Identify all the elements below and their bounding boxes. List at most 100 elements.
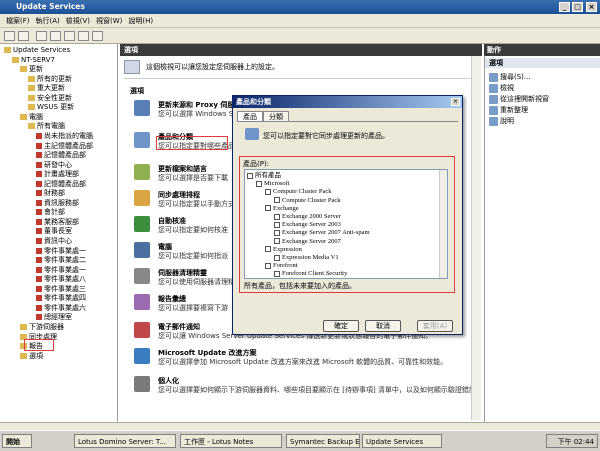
- help-icon[interactable]: [78, 31, 89, 41]
- properties-icon[interactable]: [92, 31, 103, 41]
- tree-node[interactable]: 所有的更新: [28, 75, 72, 84]
- tree-node-label: 零件事業處三: [44, 284, 86, 293]
- close-button[interactable]: ×: [586, 2, 597, 12]
- tree-node[interactable]: 零件事業處六: [36, 304, 86, 313]
- tree-node[interactable]: 零件事業處二: [36, 256, 86, 265]
- product-item[interactable]: 所有產品: [247, 172, 281, 180]
- tree-node[interactable]: 重大更新: [28, 84, 65, 93]
- checkbox[interactable]: [265, 188, 271, 195]
- tree-node[interactable]: 零件事業處一: [36, 266, 86, 275]
- dialog-close-button[interactable]: ×: [451, 98, 460, 106]
- tab-products[interactable]: 產品: [237, 111, 263, 121]
- action-item[interactable]: 搜尋(S)...: [489, 72, 531, 82]
- checkbox[interactable]: [247, 172, 253, 179]
- tree-node[interactable]: 選項: [20, 352, 43, 361]
- taskbar-button[interactable]: Update Services: [362, 434, 442, 448]
- tree-node[interactable]: 零件事業處八: [36, 275, 86, 284]
- tree-node[interactable]: Update Services: [4, 46, 70, 55]
- product-item[interactable]: Expression Media V1: [274, 254, 339, 262]
- tree-node[interactable]: 電腦: [20, 113, 43, 122]
- checkbox[interactable]: [265, 262, 271, 269]
- menu-item-2[interactable]: 檢視(V): [66, 17, 90, 25]
- checkbox[interactable]: [274, 254, 280, 261]
- main-scrollbar[interactable]: [471, 56, 481, 420]
- forward-icon[interactable]: [18, 31, 29, 41]
- menu-item-1[interactable]: 執行(A): [36, 17, 60, 25]
- apply-button[interactable]: 套用(A): [417, 320, 453, 332]
- taskbar-button[interactable]: Lotus Domino Server: T...: [74, 434, 176, 448]
- checkbox[interactable]: [265, 246, 271, 253]
- tree-node[interactable]: 安全性更新: [28, 94, 72, 103]
- taskbar-button[interactable]: Symantec Backup Exec -...: [286, 434, 360, 448]
- tree-node[interactable]: 更新: [20, 65, 43, 74]
- action-item[interactable]: 從這裡開新視窗: [489, 94, 549, 104]
- tree-node[interactable]: 研發中心: [36, 161, 72, 170]
- tree-node[interactable]: 總經理室: [36, 313, 72, 322]
- tree-node[interactable]: 資訊服務部: [36, 199, 79, 208]
- taskbar-button[interactable]: 工作匣 - Lotus Notes: [180, 434, 282, 448]
- tree-node[interactable]: 零件事業處四: [36, 294, 86, 303]
- show-hide-tree-icon[interactable]: [50, 31, 61, 41]
- tree-node-label: NT-SERV7: [21, 55, 55, 64]
- refresh-icon[interactable]: [64, 31, 75, 41]
- computer-group-icon: [36, 276, 42, 283]
- checkbox[interactable]: [274, 197, 280, 204]
- product-item[interactable]: Microsoft: [256, 180, 290, 188]
- product-item[interactable]: Compute Cluster Pack: [265, 188, 332, 196]
- tab-classifications[interactable]: 分類: [263, 111, 289, 121]
- tree-node[interactable]: 財務部: [36, 189, 65, 198]
- cancel-button[interactable]: 取消: [365, 320, 401, 332]
- menu-item-4[interactable]: 說明(H): [128, 17, 153, 25]
- checkbox[interactable]: [274, 229, 280, 236]
- product-item[interactable]: Exchange Server 2003: [274, 221, 341, 229]
- tree-node[interactable]: 記憶體產品部: [36, 180, 86, 189]
- tree-node[interactable]: 尚未指派的電腦: [36, 132, 93, 141]
- start-button[interactable]: 開始: [2, 434, 32, 448]
- tree-node[interactable]: 董事長室: [36, 227, 72, 236]
- menu-item-0[interactable]: 檔案(F): [6, 17, 30, 25]
- action-icon: [489, 72, 498, 82]
- window-title-bar: Update Services _ □ ×: [0, 0, 600, 14]
- tree-node[interactable]: 所有電腦: [28, 122, 65, 131]
- menu-item-3[interactable]: 視窗(W): [96, 17, 122, 25]
- products-tree-list[interactable]: 所有產品 Microsoft Compute Cluster Pack Compute…: [244, 169, 448, 279]
- checkbox[interactable]: [256, 180, 262, 187]
- tree-node[interactable]: 資訊中心: [36, 237, 72, 246]
- checkbox[interactable]: [274, 238, 280, 245]
- tree-node[interactable]: 零件事業處一: [36, 247, 86, 256]
- product-item[interactable]: Exchange Server 2007: [274, 238, 341, 246]
- tree-node[interactable]: 會計部: [36, 208, 65, 217]
- up-folder-icon[interactable]: [36, 31, 47, 41]
- checkbox[interactable]: [265, 205, 271, 212]
- product-item[interactable]: Compute Cluster Pack: [274, 197, 341, 205]
- option-icon: [134, 348, 150, 364]
- option-icon: [134, 376, 150, 392]
- products-scrollbar[interactable]: [439, 170, 447, 278]
- tree-node[interactable]: 主記憶體產品部: [36, 142, 93, 151]
- back-icon[interactable]: [4, 31, 15, 41]
- action-item[interactable]: 檢視: [489, 83, 514, 93]
- ok-button[interactable]: 確定: [323, 320, 359, 332]
- checkbox[interactable]: [274, 270, 280, 277]
- action-item[interactable]: 重新整理: [489, 105, 528, 115]
- action-item[interactable]: 說明: [489, 116, 514, 126]
- minimize-button[interactable]: _: [559, 2, 570, 12]
- tree-node[interactable]: WSUS 更新: [28, 103, 74, 112]
- product-item[interactable]: Exchange Server 2007 Anti-spam: [274, 229, 370, 237]
- tree-node[interactable]: 記憶體產品部: [36, 151, 86, 160]
- checkbox[interactable]: [274, 221, 280, 228]
- product-item[interactable]: Exchange: [265, 205, 299, 213]
- tree-node[interactable]: NT-SERV7: [12, 56, 55, 65]
- checkbox[interactable]: [274, 213, 280, 220]
- product-item[interactable]: Expression: [265, 246, 302, 254]
- product-item[interactable]: Forefront Client Security: [274, 270, 347, 278]
- product-item[interactable]: Exchange 2000 Server: [274, 213, 341, 221]
- tree-node[interactable]: 下游伺服器: [20, 323, 64, 332]
- tree-node[interactable]: 計畫處理部: [36, 170, 79, 179]
- product-label: Exchange Server 2003: [282, 221, 341, 229]
- tree-node[interactable]: 業務客服部: [36, 218, 79, 227]
- folder-icon: [28, 75, 35, 82]
- maximize-button[interactable]: □: [572, 2, 583, 12]
- product-item[interactable]: Forefront: [265, 262, 298, 270]
- tree-node[interactable]: 零件事業處三: [36, 285, 86, 294]
